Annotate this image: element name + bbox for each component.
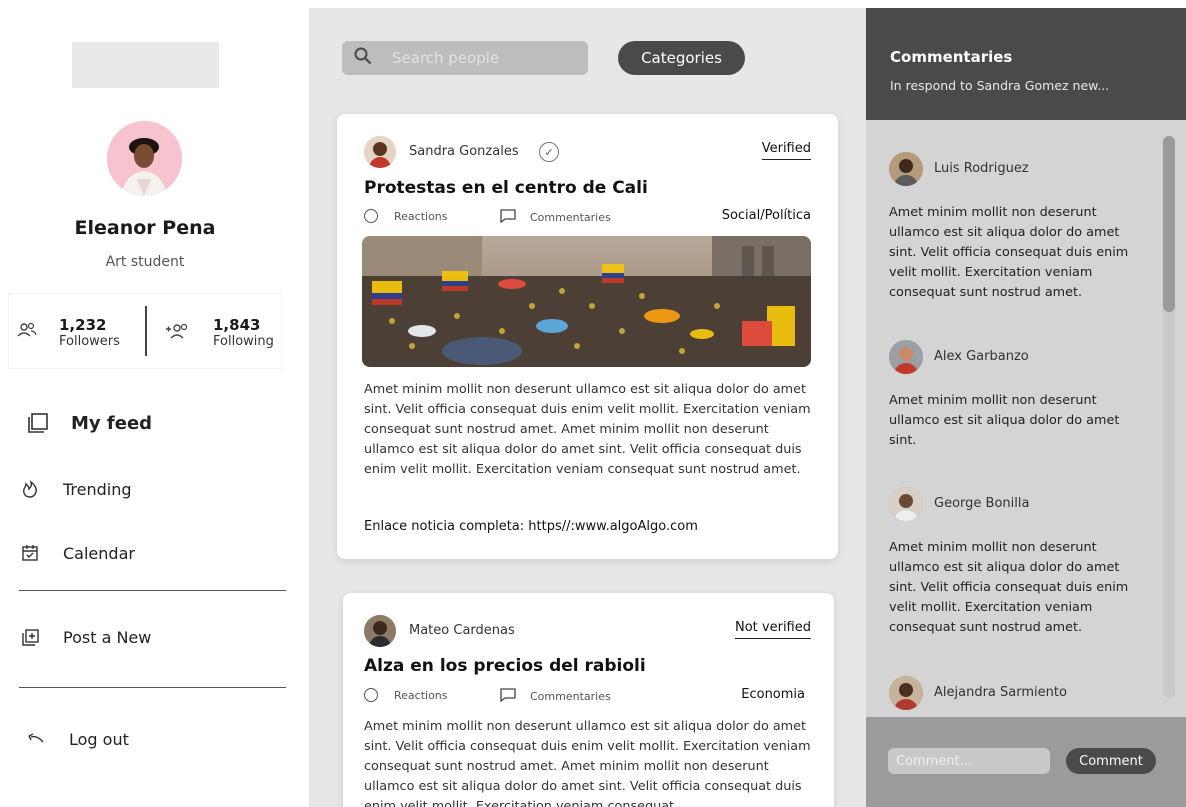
followers-count: 1,232 [59,316,107,334]
author-avatar[interactable] [364,615,396,647]
feed-icon [26,411,50,435]
post-image[interactable] [362,236,811,367]
comment-author[interactable]: Luis Rodriguez [934,161,1029,176]
post-body: Amet minim mollit non deserunt ullamco e… [364,382,811,477]
news-feed: Categories Sandra Gonzales ✓ Verified Pr… [309,8,866,807]
commentaries-header: Commentaries In respond to Sandra Gomez … [866,8,1186,120]
author-avatar[interactable] [364,136,396,168]
nav-label-log-out: Log out [69,729,129,749]
comments-scrollbar[interactable] [1163,136,1175,698]
comment-bubble-icon [500,209,516,226]
nav-label-my-feed: My feed [71,412,153,434]
post-author-row: Sandra Gonzales ✓ Verified [364,136,811,168]
commentaries-title: Commentaries [890,48,1013,66]
profile-role: Art student [105,254,185,270]
profile-stats: 1,232 Followers 1,843 Following [8,293,282,369]
circle-icon [364,688,378,702]
followers-stat[interactable]: 1,232 Followers [17,316,137,349]
comment-avatar[interactable] [889,676,923,710]
profile-avatar[interactable] [107,121,182,196]
add-user-icon [165,322,189,344]
comment-input[interactable] [888,748,1050,774]
sidebar: Eleanor Pena Art student 1,232 Followers [0,0,309,807]
nav-label-calendar: Calendar [63,543,135,563]
nav-label-trending: Trending [63,479,132,499]
following-count: 1,843 [213,316,261,334]
reactions-button[interactable]: Reactions [364,209,448,223]
comment-text: Amet minim mollit non deserunt ullamco e… [889,205,1129,300]
comment-author[interactable]: Alex Garbanzo [934,349,1029,364]
search-input[interactable] [392,49,572,67]
comment-author[interactable]: Alejandra Sarmiento [934,685,1067,700]
nav-item-calendar[interactable]: Calendar [18,541,135,565]
followers-icon [17,322,37,342]
verification-status: Verified [761,141,811,160]
nav-divider [19,590,286,591]
reactions-label: Reactions [394,209,448,223]
comment-text: Amet minim mollit non deserunt ullamco e… [889,540,1129,635]
post-title[interactable]: Alza en los precios del rabioli [364,656,646,676]
comment-submit-button[interactable]: Comment [1066,748,1156,774]
commentaries-panel: Commentaries In respond to Sandra Gomez … [866,8,1186,807]
scrollbar-thumb[interactable] [1163,136,1175,312]
verification-status: Not verified [735,620,811,639]
comment-avatar[interactable] [889,152,923,186]
commentaries-button[interactable]: Commentaries [500,209,611,226]
logo-placeholder [72,42,219,88]
comment-avatar[interactable] [889,340,923,374]
commentaries-label: Commentaries [530,211,611,224]
author-name[interactable]: Sandra Gonzales [409,144,519,159]
nav-label-post-new: Post a New [63,627,152,647]
post-meta: Reactions Commentaries Social/Política [364,208,811,226]
comment-text: Amet minim mollit non deserunt ullamco e… [889,393,1120,448]
nav-item-post-new[interactable]: Post a New [18,625,151,649]
check-circle-icon: ✓ [539,142,559,162]
post-title[interactable]: Protestas en el centro de Cali [364,178,648,198]
commentaries-label: Commentaries [530,690,611,703]
nav-item-log-out[interactable]: Log out [24,727,129,751]
add-post-icon [18,625,42,649]
search-icon [354,47,372,69]
nav-item-my-feed[interactable]: My feed [26,411,152,435]
followers-label: Followers [59,334,120,349]
protest-photo [362,236,811,367]
flame-icon [18,477,42,501]
nav-item-trending[interactable]: Trending [18,477,132,501]
circle-icon [364,209,378,223]
post-author-row: Mateo Cardenas Not verified [364,615,811,647]
post-link[interactable]: Enlace noticia completa: https//:www.alg… [364,519,698,534]
comment-author[interactable]: George Bonilla [934,496,1029,511]
reactions-label: Reactions [394,688,448,702]
comment-composer: Comment [866,717,1186,807]
stats-divider [145,306,147,356]
reactions-button[interactable]: Reactions [364,688,448,702]
commentaries-button[interactable]: Commentaries [500,688,611,705]
post-card[interactable]: Mateo Cardenas Not verified Alza en los … [343,593,834,807]
nav-divider [19,687,286,688]
author-name[interactable]: Mateo Cardenas [409,623,515,638]
profile-avatar-image [107,121,182,196]
post-body: Amet minim mollit non deserunt ullamco e… [364,719,811,807]
comment-bubble-icon [500,688,516,705]
post-category: Economia [741,687,805,702]
comment-avatar[interactable] [889,487,923,521]
undo-arrow-icon [24,727,48,751]
following-label: Following [213,334,274,349]
post-meta: Reactions Commentaries Economia [364,687,811,705]
following-stat[interactable]: 1,843 Following [165,316,280,349]
post-category: Social/Política [721,208,811,223]
commentaries-subtitle: In respond to Sandra Gomez new... [890,78,1110,93]
calendar-icon [18,541,42,565]
post-card[interactable]: Sandra Gonzales ✓ Verified Protestas en … [337,114,838,559]
categories-button[interactable]: Categories [618,41,745,75]
profile-name: Eleanor Pena [74,217,216,239]
search-bar[interactable] [342,41,588,75]
